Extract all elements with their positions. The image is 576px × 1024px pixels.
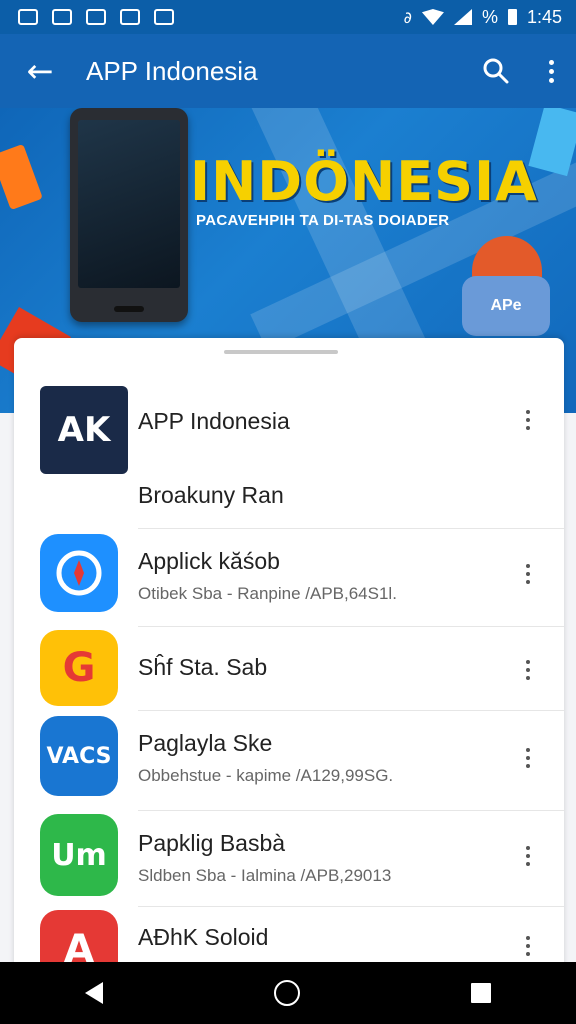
nav-recents-icon[interactable]	[470, 983, 491, 1003]
mascot-label: APe	[462, 276, 550, 336]
list-item[interactable]: Um Papklig Basbà Sldben Sba - Ialmina /A…	[14, 814, 564, 904]
banner-subtitle: PACAVEHPIH TA DI-TAS DOIADER	[196, 212, 450, 229]
list-item[interactable]: G Sĥf Sta. Sab	[14, 630, 564, 710]
list-item[interactable]: VACS Paglayla Ske Obbehstue - kapime /A1…	[14, 716, 564, 808]
notification-icon-3	[86, 9, 106, 25]
divider	[138, 710, 564, 711]
percent-label: %	[481, 6, 498, 27]
search-icon[interactable]	[466, 41, 526, 101]
featured-app-name: APP Indonesia	[138, 408, 290, 434]
app-subtitle: Obbehstue - kapime /A129,99SG.	[138, 766, 394, 785]
app-bar: ← APP Indonesia	[0, 34, 576, 108]
decor-card	[0, 143, 43, 211]
system-nav-bar	[0, 962, 576, 1024]
more-icon[interactable]	[516, 554, 540, 594]
divider	[138, 626, 564, 627]
compass-icon	[40, 534, 118, 612]
status-bar: ∂ % 1:45	[0, 0, 576, 34]
app-name: Sĥf Sta. Sab	[138, 654, 268, 680]
featured-more-icon[interactable]	[516, 400, 540, 440]
more-icon[interactable]	[516, 926, 540, 966]
overflow-menu-icon[interactable]	[526, 41, 576, 101]
robot-mascot-icon: APe	[462, 236, 550, 336]
more-icon[interactable]	[516, 836, 540, 876]
app-name: Applick kăśob	[138, 548, 280, 574]
signal-icon	[453, 9, 472, 25]
chat-icon	[154, 9, 174, 25]
data-saver-icon: ∂	[403, 7, 412, 27]
notification-icon-2	[52, 9, 72, 25]
app-list-sheet: AK APP Indonesia Broakuny Ran Applick kă…	[14, 338, 564, 978]
divider	[138, 906, 564, 907]
clock: 1:45	[526, 6, 562, 27]
nav-home-icon[interactable]	[273, 980, 300, 1006]
app-name: Papklig Basbà	[138, 830, 286, 856]
divider	[138, 528, 564, 529]
more-icon[interactable]	[516, 650, 540, 690]
notification-icon-1	[18, 9, 38, 25]
page-title: APP Indonesia	[86, 55, 258, 86]
phone-illustration	[70, 108, 188, 322]
app-subtitle: Sldben Sba - Ialmina /APB,29013	[138, 866, 392, 885]
app-name: AĐhK Soloid	[138, 924, 269, 950]
vacs-icon: VACS	[40, 716, 118, 796]
featured-app[interactable]: AK APP Indonesia Broakuny Ran	[14, 386, 564, 528]
divider	[138, 810, 564, 811]
image-icon	[120, 9, 140, 25]
nav-back-icon[interactable]	[85, 982, 104, 1004]
app-logo-icon: AK	[40, 386, 128, 474]
back-arrow-icon[interactable]: ←	[10, 34, 70, 108]
list-item[interactable]: Applick kăśob Otibek Sba - Ranpine /APB,…	[14, 534, 564, 622]
app-subtitle: Otibek Sba - Ranpine /APB,64S1l.	[138, 584, 397, 603]
more-icon[interactable]	[516, 738, 540, 778]
sheet-drag-handle[interactable]	[224, 350, 338, 354]
wifi-icon	[421, 9, 444, 25]
um-icon: Um	[40, 814, 118, 896]
app-name: Paglayla Ske	[138, 730, 273, 756]
swirl-icon: G	[40, 630, 118, 706]
battery-icon	[507, 9, 517, 25]
banner-title: INDÖNESIA	[190, 150, 538, 213]
featured-app-subtitle: Broakuny Ran	[138, 482, 284, 508]
